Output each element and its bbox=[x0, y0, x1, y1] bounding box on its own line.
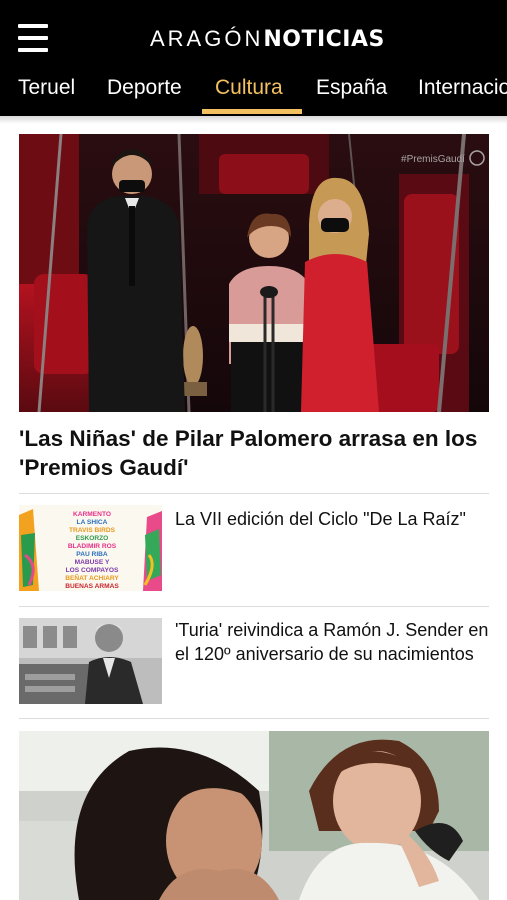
tab-teruel[interactable]: Teruel bbox=[18, 68, 75, 116]
poster-line: BLADIMIR ROS bbox=[67, 543, 117, 550]
hero-watermark: #PremisGaudí bbox=[401, 154, 465, 165]
hamburger-menu-icon[interactable] bbox=[18, 24, 48, 52]
poster-line: ESKORZO bbox=[75, 535, 109, 542]
topbar-shadow bbox=[0, 116, 507, 124]
feature-photo[interactable] bbox=[19, 731, 489, 900]
poster-line: KARMENTO bbox=[73, 511, 111, 518]
active-tab-indicator bbox=[202, 109, 302, 114]
tab-internacional[interactable]: Internacional bbox=[418, 68, 507, 116]
list-item-turia[interactable]: 'Turia' reivindica a Ramón J. Sender en … bbox=[19, 618, 489, 706]
logo-bold-text: NOTICIAS bbox=[263, 27, 385, 52]
poster-line: BEÑAT ACHIARY bbox=[65, 575, 119, 582]
poster-line: PAU RIBA bbox=[76, 551, 108, 558]
list-item-de-la-raiz[interactable]: KARMENTO LA SHICA TRAVIS BIRDS ESKORZO B… bbox=[19, 505, 489, 593]
poster-line: LA SHICA bbox=[76, 519, 108, 526]
divider bbox=[19, 718, 489, 719]
tab-deporte[interactable]: Deporte bbox=[107, 68, 182, 116]
tab-espana[interactable]: España bbox=[316, 68, 387, 116]
divider bbox=[19, 493, 489, 494]
article-title[interactable]: La VII edición del Ciclo "De La Raíz" bbox=[175, 508, 489, 532]
article-title[interactable]: 'Turia' reivindica a Ramón J. Sender en … bbox=[175, 619, 489, 666]
poster-line: MABUSE Y bbox=[74, 559, 110, 566]
poster-line: LOS COMPAYOS bbox=[65, 567, 119, 574]
site-logo[interactable]: ARAGÓNNOTICIAS bbox=[150, 26, 385, 52]
divider bbox=[19, 606, 489, 607]
hero-headline[interactable]: 'Las Niñas' de Pilar Palomero arrasa en … bbox=[19, 424, 489, 482]
poster-line: TRAVIS BIRDS bbox=[68, 527, 116, 534]
sender-photo-thumbnail bbox=[19, 618, 162, 704]
poster-thumbnail: KARMENTO LA SHICA TRAVIS BIRDS ESKORZO B… bbox=[19, 505, 162, 591]
logo-light-text: ARAGÓN bbox=[150, 26, 264, 51]
poster-line: BUENAS ARMAS bbox=[65, 583, 119, 590]
hero-image[interactable]: #PremisGaudí bbox=[19, 134, 489, 412]
top-bar: ARAGÓNNOTICIAS Teruel Deporte Cultura Es… bbox=[0, 0, 507, 116]
